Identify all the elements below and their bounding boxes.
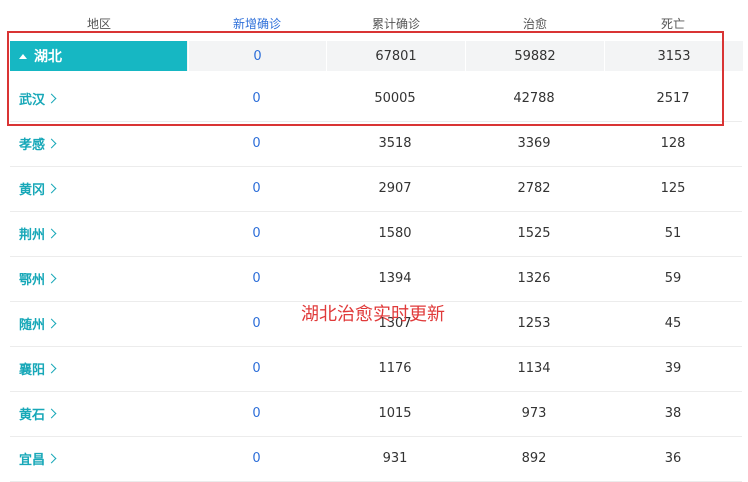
- city-cured: 2782: [517, 181, 551, 196]
- city-name: 鄂州: [19, 273, 46, 288]
- city-cured: 3369: [517, 136, 551, 151]
- city-new: 0: [252, 406, 261, 421]
- chevron-right-icon: [46, 273, 57, 284]
- city-name: 黄冈: [19, 183, 46, 198]
- city-total: 1580: [378, 226, 412, 241]
- city-cured: 892: [521, 451, 547, 466]
- table-row[interactable]: 荆州 0 1580 1525 51: [10, 211, 742, 257]
- city-new: 0: [252, 181, 261, 196]
- city-link[interactable]: 鄂州: [19, 256, 57, 301]
- city-deaths: 45: [664, 316, 682, 331]
- city-name: 荆州: [19, 228, 46, 243]
- header-cured[interactable]: 治愈: [523, 15, 547, 32]
- chevron-right-icon: [46, 183, 57, 194]
- city-link[interactable]: 襄阳: [19, 346, 57, 391]
- annotation-text: 湖北治愈实时更新: [301, 304, 445, 325]
- city-new: 0: [252, 271, 261, 286]
- header-new-confirmed[interactable]: 新增确诊: [233, 15, 281, 32]
- city-deaths: 51: [664, 226, 682, 241]
- table-row[interactable]: 襄阳 0 1176 1134 39: [10, 346, 742, 392]
- city-deaths: 39: [664, 361, 682, 376]
- chevron-right-icon: [46, 228, 57, 239]
- city-total: 1394: [378, 271, 412, 286]
- city-name: 襄阳: [19, 363, 46, 378]
- city-name: 宜昌: [19, 453, 46, 468]
- table-row[interactable]: 宜昌 0 931 892 36: [10, 436, 742, 482]
- city-new: 0: [252, 361, 261, 376]
- city-new: 0: [252, 136, 261, 151]
- city-new: 0: [252, 451, 261, 466]
- city-link[interactable]: 孝感: [19, 121, 57, 166]
- city-name: 黄石: [19, 408, 46, 423]
- city-total: 1015: [378, 406, 412, 421]
- city-link[interactable]: 宜昌: [19, 436, 57, 481]
- city-link[interactable]: 黄冈: [19, 166, 57, 211]
- chevron-right-icon: [46, 138, 57, 149]
- city-link[interactable]: 荆州: [19, 211, 57, 256]
- city-deaths: 36: [664, 451, 682, 466]
- city-total: 2907: [378, 181, 412, 196]
- chevron-right-icon: [46, 363, 57, 374]
- city-link[interactable]: 随州: [19, 301, 57, 346]
- city-link[interactable]: 黄石: [19, 391, 57, 436]
- city-name: 孝感: [19, 138, 46, 153]
- highlight-box: [7, 31, 724, 126]
- header-deaths[interactable]: 死亡: [661, 15, 685, 32]
- table-row[interactable]: 孝感 0 3518 3369 128: [10, 121, 742, 167]
- city-deaths: 38: [664, 406, 682, 421]
- city-deaths: 125: [660, 181, 686, 196]
- header-region: 地区: [87, 17, 112, 31]
- table-row[interactable]: 鄂州 0 1394 1326 59: [10, 256, 742, 302]
- chevron-right-icon: [46, 453, 57, 464]
- table-row[interactable]: 黄石 0 1015 973 38: [10, 391, 742, 437]
- chevron-right-icon: [46, 318, 57, 329]
- city-total: 931: [382, 451, 408, 466]
- city-total: 3518: [378, 136, 412, 151]
- city-cured: 1525: [517, 226, 551, 241]
- chevron-right-icon: [46, 408, 57, 419]
- city-deaths: 59: [664, 271, 682, 286]
- city-cured: 1134: [517, 361, 551, 376]
- city-new: 0: [252, 226, 261, 241]
- city-deaths: 128: [660, 136, 686, 151]
- header-total-confirmed[interactable]: 累计确诊: [372, 15, 420, 32]
- city-cured: 1253: [517, 316, 551, 331]
- city-name: 随州: [19, 318, 46, 333]
- city-total: 1176: [378, 361, 412, 376]
- city-cured: 973: [521, 406, 547, 421]
- table-row[interactable]: 黄冈 0 2907 2782 125: [10, 166, 742, 212]
- city-cured: 1326: [517, 271, 551, 286]
